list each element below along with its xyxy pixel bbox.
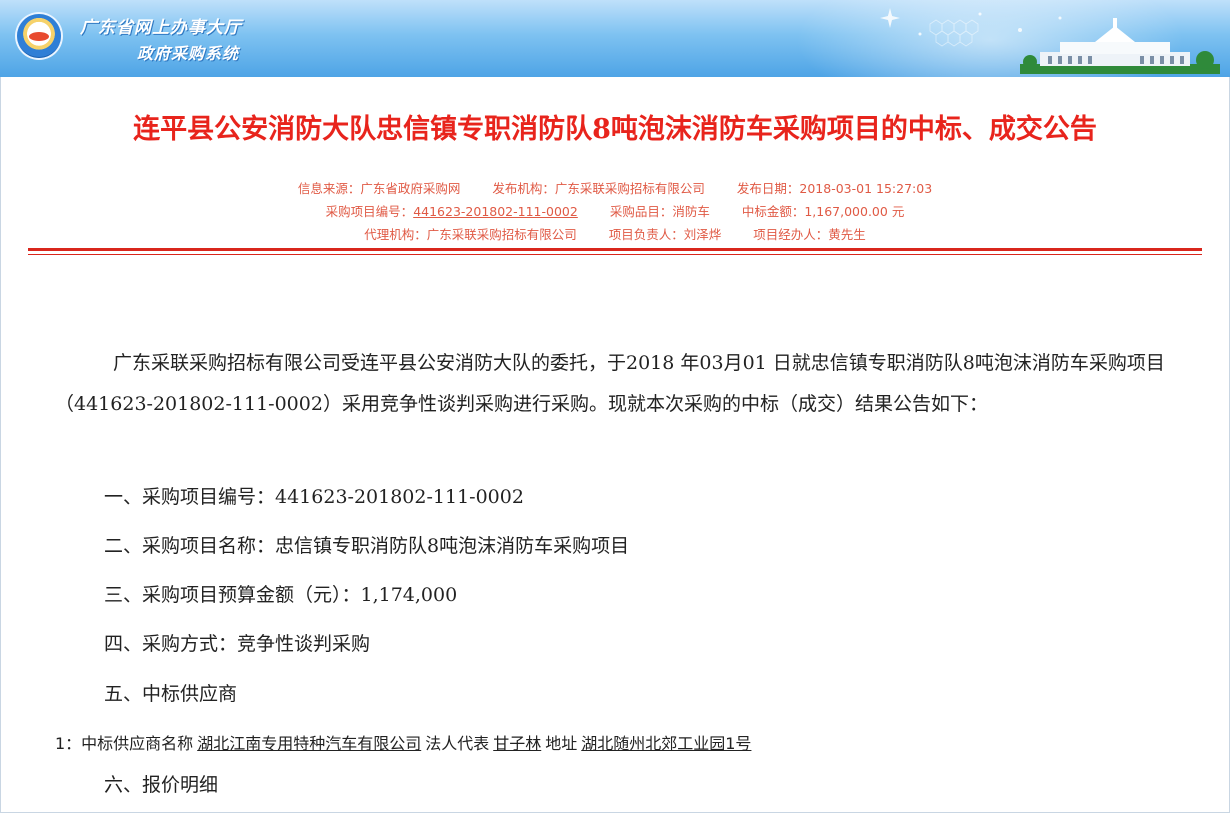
site-title: 广东省网上办事大厅 <box>80 18 242 38</box>
site-header: 广东省网上办事大厅 政府采购系统 <box>0 0 1230 77</box>
site-logo-icon[interactable] <box>17 14 61 58</box>
manager-label: 项目负责人： <box>608 227 684 242</box>
project-no-link[interactable]: 441623-201802-111-0002 <box>413 204 578 219</box>
agency-value: 广东采联采购招标有限公司 <box>426 227 577 242</box>
meta-row-3: 代理机构：广东采联采购招标有限公司 项目负责人：刘泽烨 项目经办人：黄先生 <box>0 224 1230 243</box>
site-subtitle: 政府采购系统 <box>137 44 240 63</box>
supplier-line: 1：中标供应商名称 湖北江南专用特种汽车有限公司 法人代表 甘子林 地址 湖北随州北郊工业… <box>55 730 755 754</box>
item-project-name: 二、采购项目名称：忠信镇专职消防队8吨泡沫消防车采购项目 <box>104 535 630 557</box>
rep-label: 法人代表 <box>425 734 490 753</box>
logo-emblem <box>29 32 49 41</box>
publisher-value: 广东采联采购招标有限公司 <box>554 181 705 196</box>
amount-value: 1,167,000.00 元 <box>804 204 905 219</box>
item-budget: 三、采购项目预算金额（元）：1,174,000 <box>104 584 458 606</box>
category-value: 消防车 <box>672 204 710 219</box>
date-label: 发布日期： <box>736 181 800 196</box>
project-no-label: 采购项目编号： <box>325 204 414 219</box>
meta-row-2: 采购项目编号：441623-201802-111-0002 采购品目：消防车 中… <box>0 201 1230 220</box>
category-label: 采购品目： <box>609 204 673 219</box>
amount-label: 中标金额： <box>741 204 805 219</box>
addr-label: 地址 <box>545 734 578 753</box>
item-supplier-heading: 五、中标供应商 <box>104 683 238 705</box>
divider-thick <box>28 248 1202 251</box>
notice-title: 连平县公安消防大队忠信镇专职消防队8吨泡沫消防车采购项目的中标、成交公告 <box>133 114 1097 145</box>
publisher-label: 发布机构： <box>492 181 555 196</box>
handler-value: 黄先生 <box>828 227 866 242</box>
manager-value: 刘泽烨 <box>683 227 722 242</box>
agency-label: 代理机构： <box>364 227 427 242</box>
source-value: 广东省政府采购网 <box>360 181 461 196</box>
intro-paragraph: 广东采联采购招标有限公司受连平县公安消防大队的委托，于2018 年03月01 日… <box>55 352 1165 415</box>
rep-value: 甘子林 <box>493 734 542 753</box>
meta-row-1: 信息来源：广东省政府采购网 发布机构：广东采联采购招标有限公司 发布日期：201… <box>0 178 1230 197</box>
item-project-no: 一、采购项目编号：441623-201802-111-0002 <box>104 486 524 508</box>
supplier-name: 湖北江南专用特种汽车有限公司 <box>197 734 422 753</box>
addr-value: 湖北随州北郊工业园1号 <box>581 734 752 753</box>
date-value: 2018-03-01 15:27:03 <box>799 181 933 196</box>
government-building-icon <box>1020 18 1220 74</box>
source-label: 信息来源： <box>297 181 361 196</box>
item-quote-detail: 六、报价明细 <box>104 774 219 796</box>
divider-thin <box>28 254 1202 255</box>
handler-label: 项目经办人： <box>753 227 829 242</box>
item-method: 四、采购方式：竞争性谈判采购 <box>104 633 371 655</box>
supplier-prefix: 1：中标供应商名称 <box>55 734 194 753</box>
